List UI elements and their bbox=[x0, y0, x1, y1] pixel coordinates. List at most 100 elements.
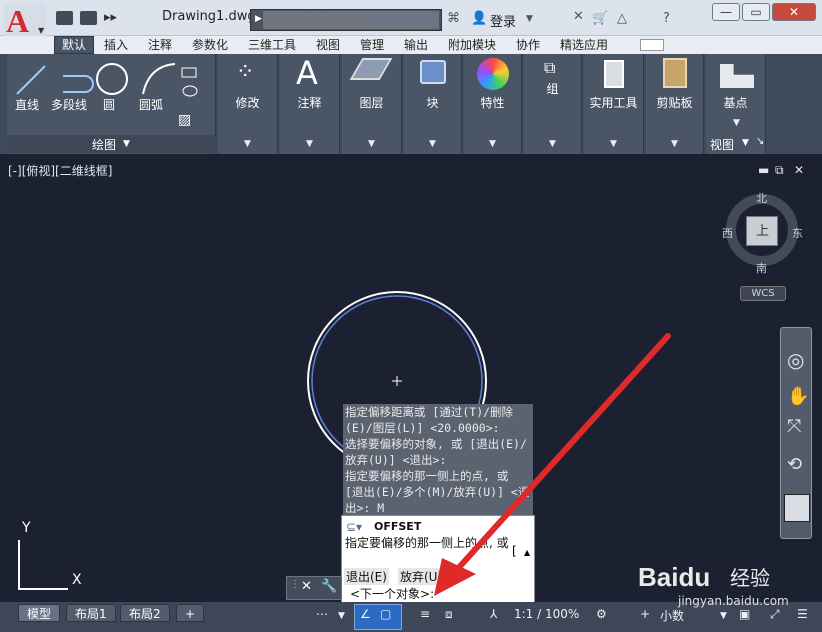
arc-tool[interactable]: 圆弧 bbox=[139, 96, 163, 113]
block-icon bbox=[420, 60, 446, 84]
chevron-down-icon[interactable]: ▼ bbox=[720, 611, 727, 621]
minimize-button[interactable]: — bbox=[712, 3, 740, 21]
pan-icon[interactable]: ✋ bbox=[787, 386, 809, 407]
close-icon[interactable]: ✕ bbox=[301, 579, 312, 594]
watermark-brand: Baidu bbox=[638, 562, 710, 592]
annotation-scale-icon[interactable]: ⅄ bbox=[490, 607, 497, 621]
settings-gear-icon[interactable]: ⚙ bbox=[596, 607, 607, 621]
help-icon[interactable]: ? bbox=[663, 11, 670, 26]
tab-collaborate[interactable]: 协作 bbox=[516, 37, 540, 54]
tab-parametric[interactable]: 参数化 bbox=[192, 37, 228, 54]
more-tools-icon[interactable]: ▸▸ bbox=[104, 10, 117, 25]
tab-output[interactable]: 输出 bbox=[404, 37, 428, 54]
navigation-bar: ◎ ✋ ⤧ ⟲ bbox=[780, 327, 812, 539]
chevron-down-icon[interactable]: ▼ bbox=[526, 14, 533, 24]
clipboard-label: 剪贴板 bbox=[656, 96, 693, 110]
clipboard-panel[interactable]: 剪贴板 ▼ bbox=[646, 54, 704, 154]
group-label: 组 bbox=[546, 82, 559, 96]
hatch-tool[interactable]: ▨ bbox=[178, 112, 191, 128]
line-tool[interactable]: 直线 bbox=[15, 96, 39, 113]
chevron-down-icon: ▼ bbox=[123, 139, 130, 149]
login-link[interactable]: 登录 bbox=[490, 11, 516, 30]
monitor-icon[interactable]: ▣ bbox=[739, 607, 750, 621]
block-panel[interactable]: 块 ▼ bbox=[404, 54, 462, 154]
base-view-icon bbox=[720, 64, 754, 88]
a360-icon[interactable]: △ bbox=[617, 11, 627, 26]
tab-default[interactable]: 默认 bbox=[54, 36, 95, 54]
autocad-logo: A bbox=[6, 3, 30, 39]
application-menu-button[interactable]: A ▼ bbox=[4, 3, 46, 39]
restore-button[interactable]: ▭ bbox=[742, 3, 770, 21]
tab-featured-apps[interactable]: 精选应用 bbox=[560, 37, 608, 54]
search-input[interactable] bbox=[263, 11, 439, 29]
close-button[interactable]: ✕ bbox=[772, 3, 816, 21]
wcs-menu[interactable]: WCS bbox=[740, 286, 786, 301]
tab-insert[interactable]: 插入 bbox=[104, 37, 128, 54]
search-box: ▶ bbox=[250, 9, 442, 31]
annotation-panel[interactable]: A 注释 ▼ bbox=[280, 54, 340, 154]
layers-icon bbox=[349, 58, 393, 80]
viewport-restore-icon[interactable]: ⧉ bbox=[775, 163, 784, 178]
selection-cycling-icon[interactable]: ⧈ bbox=[445, 607, 453, 622]
chevron-down-icon: ▼ bbox=[549, 139, 556, 149]
fullscreen-icon[interactable]: ⤢ bbox=[770, 607, 780, 622]
tab-layout2[interactable]: 布局2 bbox=[120, 604, 170, 622]
snap-icon[interactable]: ▢ bbox=[380, 607, 391, 621]
compass-south[interactable]: 南 bbox=[756, 260, 767, 276]
tab-annotate[interactable]: 注释 bbox=[148, 37, 172, 54]
view-panel[interactable]: 基点 ▼ 视图 ▼ ↘ bbox=[706, 54, 766, 154]
annotation-scale[interactable]: 1:1 / 100% bbox=[514, 607, 579, 621]
compass-north[interactable]: 北 bbox=[756, 190, 767, 206]
customize-icon[interactable]: ☰ bbox=[797, 607, 808, 621]
layers-panel[interactable]: 图层 ▼ bbox=[342, 54, 402, 154]
clipboard-icon bbox=[663, 58, 687, 88]
viewport-close-icon[interactable]: ✕ bbox=[794, 163, 804, 177]
open-folder-icon[interactable] bbox=[80, 11, 97, 25]
lineweight-icon[interactable]: ≡ bbox=[420, 607, 430, 621]
new-file-icon[interactable] bbox=[56, 11, 73, 25]
units-dropdown[interactable]: 小数 bbox=[660, 607, 684, 624]
properties-panel[interactable]: 特性 ▼ bbox=[464, 54, 522, 154]
circle-tool[interactable]: 圆 bbox=[103, 96, 115, 113]
text-icon: A bbox=[296, 54, 318, 92]
command-line-toolbar: ⋮ ✕ 🔧 bbox=[286, 576, 342, 600]
group-panel[interactable]: ⧉ 组 ▼ bbox=[524, 54, 582, 154]
compass-east[interactable]: 东 bbox=[792, 225, 803, 241]
angle-icon[interactable]: ∠ bbox=[360, 607, 371, 621]
title-bar: A ▼ ▸▸ Drawing1.dwg ▶ ⌘ 👤 登录 ▼ ✕ 🛒 △ ? —… bbox=[0, 0, 822, 39]
grid-icon[interactable]: ⋯ bbox=[316, 607, 328, 621]
tab-addins[interactable]: 附加模块 bbox=[448, 37, 496, 54]
compass-west[interactable]: 西 bbox=[722, 225, 733, 241]
tab-manage[interactable]: 管理 bbox=[360, 37, 384, 54]
wrench-icon[interactable]: 🔧 bbox=[321, 579, 337, 594]
block-label: 块 bbox=[426, 96, 439, 110]
exchange-icon[interactable]: ✕ bbox=[573, 9, 584, 24]
showmotion-button[interactable] bbox=[784, 494, 810, 522]
zoom-icon[interactable]: ⤧ bbox=[787, 416, 801, 437]
tab-model[interactable]: 模型 bbox=[18, 604, 61, 622]
utilities-panel[interactable]: 实用工具 ▼ bbox=[584, 54, 644, 154]
viewport-minimize-icon[interactable]: ▬ bbox=[758, 163, 769, 177]
tab-view[interactable]: 视图 bbox=[316, 37, 340, 54]
viewport-controls[interactable]: [-][俯视][二维线框] bbox=[8, 162, 112, 179]
ribbon-toggle-button[interactable] bbox=[640, 39, 664, 51]
command-icon: ⊆▾ bbox=[346, 520, 363, 534]
add-layout-button[interactable]: + bbox=[176, 604, 205, 622]
chevron-down-icon: ▼ bbox=[244, 139, 251, 149]
tab-layout1[interactable]: 布局1 bbox=[66, 604, 116, 622]
draw-panel-footer[interactable]: 绘图 ▼ bbox=[7, 135, 216, 153]
option-exit[interactable]: 退出(E) bbox=[344, 568, 389, 585]
steering-wheel-icon[interactable]: ◎ bbox=[787, 348, 804, 372]
binoculars-icon[interactable]: ⌘ bbox=[447, 11, 460, 26]
viewcube-top-face[interactable]: 上 bbox=[756, 220, 769, 239]
launcher-icon[interactable]: ↘ bbox=[756, 136, 764, 147]
cart-icon[interactable]: 🛒 bbox=[592, 11, 608, 26]
grip-icon[interactable]: ⋮ bbox=[290, 579, 300, 590]
modify-panel[interactable]: ⁘ 修改 ▼ bbox=[218, 54, 278, 154]
chevron-down-icon[interactable]: ▼ bbox=[338, 611, 345, 621]
polyline-tool[interactable]: 多段线 bbox=[51, 96, 87, 113]
user-icon[interactable]: 👤 bbox=[471, 11, 487, 26]
orbit-icon[interactable]: ⟲ bbox=[787, 454, 802, 475]
tab-3d-tools[interactable]: 三维工具 bbox=[248, 37, 296, 54]
plus-icon[interactable]: + bbox=[640, 607, 650, 621]
